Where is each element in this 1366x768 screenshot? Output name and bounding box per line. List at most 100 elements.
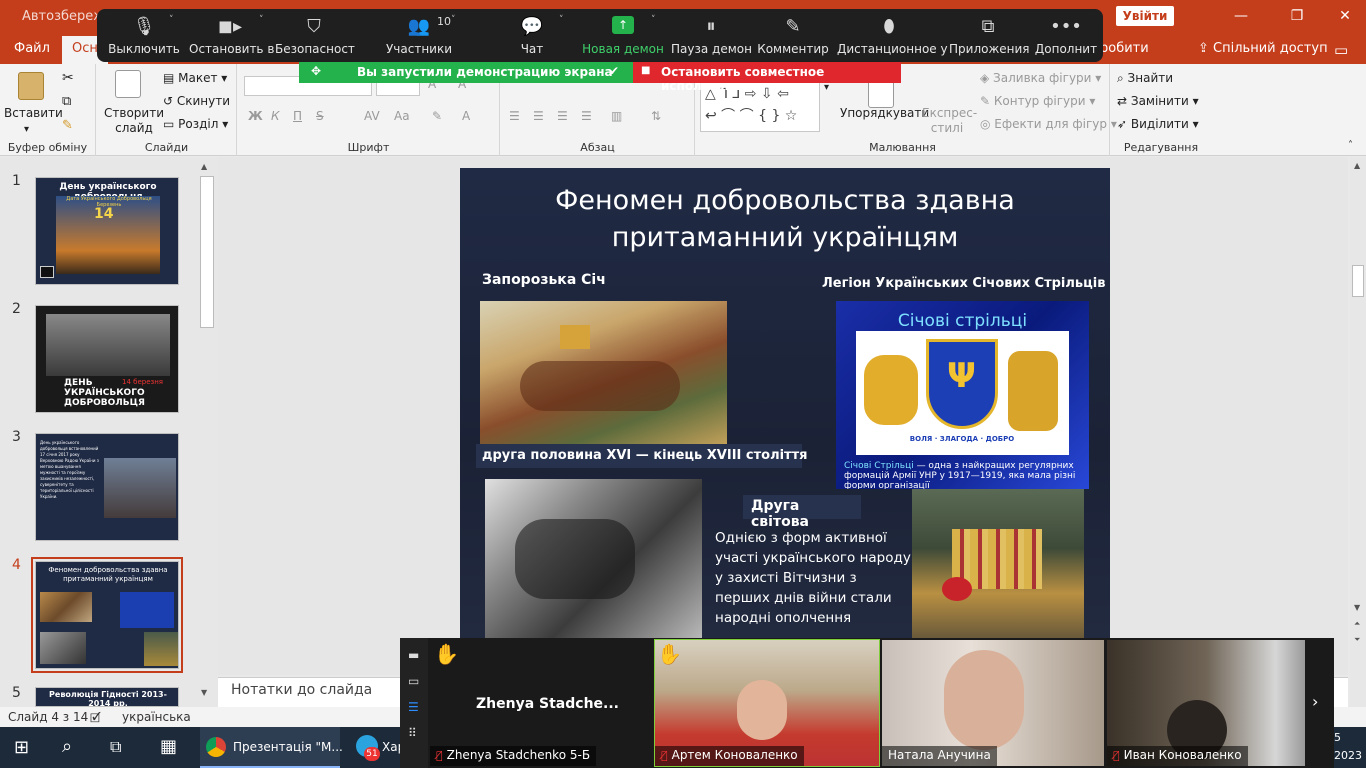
comments-icon[interactable]: ▭	[1334, 41, 1348, 59]
collapse-ribbon-icon[interactable]: ˄	[1348, 140, 1353, 151]
thumbnail-scrollbar[interactable]: ▲ ▼	[200, 160, 214, 700]
slide-title[interactable]: Феномен добровольства здавна притаманний…	[460, 182, 1110, 256]
annotate-button[interactable]: ✎ Комментир	[757, 9, 829, 62]
chat-button[interactable]: 💬 ˅ Чат	[501, 9, 564, 62]
stop-share-button[interactable]: ■ Остановить совместное использование	[633, 62, 901, 93]
remote-control-button[interactable]: ⬮ Дистанционное у	[837, 9, 948, 62]
minimize-button[interactable]: —	[1226, 6, 1256, 26]
close-button[interactable]: ✕	[1330, 6, 1360, 26]
new-share-button[interactable]: ↑ ˅ Новая демон	[581, 9, 665, 62]
video-options-icon[interactable]: ˅	[259, 15, 264, 25]
layout-button[interactable]: ▤ Макет ▾	[163, 71, 227, 85]
shape-outline-button[interactable]: ✎ Контур фігури ▾	[980, 94, 1095, 108]
scroll-up-icon[interactable]: ▲	[201, 162, 207, 171]
thumbnail-slide-2[interactable]: ДЕНЬ УКРАЇНСЬКОГО ДОБРОВОЛЬЦЯ 14 березня	[35, 305, 179, 413]
thumbnail-slide-3[interactable]: День українського добровольця встановлен…	[35, 433, 179, 541]
sich-riflemen-emblem-image[interactable]: Січові стрільці Ψ ВОЛЯ · ЗЛАГОДА · ДОБРО…	[836, 301, 1089, 489]
highlight-icon[interactable]: ✎	[432, 109, 442, 123]
ww2-soldiers-photo[interactable]	[485, 479, 702, 638]
format-painter-icon[interactable]: ✎	[62, 118, 73, 133]
participants-button[interactable]: 👥 10 ˅ Участники	[377, 9, 461, 62]
speaker-view-icon[interactable]: ☰	[408, 700, 419, 714]
apps-button[interactable]: ⧉ Приложения	[949, 9, 1030, 62]
drag-handle-icon[interactable]: ✥	[311, 64, 321, 78]
stop-video-button[interactable]: ◼▸ ˅ Остановить в	[189, 9, 274, 62]
italic-button[interactable]: К	[271, 109, 280, 123]
share-options-icon[interactable]: ˅	[651, 15, 656, 25]
align-right-icon[interactable]: ☰	[557, 109, 568, 123]
find-button[interactable]: ⌕ Знайти	[1117, 71, 1173, 86]
columns-icon[interactable]: ▥	[611, 109, 622, 123]
slide-scrollbar[interactable]: ▲ ▼ ⏶ ⏷	[1350, 157, 1366, 707]
shape-fill-button[interactable]: ◈ Заливка фігури ▾	[980, 71, 1101, 85]
more-button[interactable]: ••• Дополнит	[1033, 9, 1099, 62]
paste-dropdown-icon[interactable]: ▾	[24, 124, 29, 135]
scroll-down-icon[interactable]: ▼	[1354, 603, 1360, 612]
copy-icon[interactable]: ⧉	[62, 94, 71, 109]
participant-tile[interactable]: 🎙̸ Иван Коноваленко	[1107, 640, 1305, 766]
maximize-button[interactable]: ❐	[1282, 6, 1312, 26]
mute-options-icon[interactable]: ˅	[169, 15, 174, 25]
chat-options-icon[interactable]: ˅	[559, 15, 564, 25]
replace-button[interactable]: ⇄ Замінити ▾	[1117, 94, 1199, 108]
current-slide[interactable]: Феномен добровольства здавна притаманний…	[460, 168, 1110, 638]
change-case-button[interactable]: Aa	[394, 109, 410, 123]
task-view-icon[interactable]: ⧉	[110, 737, 121, 757]
cossacks-painting-image[interactable]	[480, 301, 727, 446]
justify-icon[interactable]: ☰	[581, 109, 592, 123]
reset-button[interactable]: ↺ Скинути	[163, 94, 230, 108]
participants-options-icon[interactable]: ˅	[451, 15, 456, 25]
gallery-next-icon[interactable]: ›	[1312, 692, 1318, 711]
sign-in-button[interactable]: Увійти	[1116, 6, 1174, 26]
search-icon[interactable]: ⌕	[62, 736, 72, 757]
quick-styles-button[interactable]: Експрес-стилі	[922, 106, 977, 136]
gallery-view-icon[interactable]: ▭	[408, 674, 419, 688]
align-left-icon[interactable]: ☰	[509, 109, 520, 123]
sich-riflemen-caption[interactable]: Січові Стрільці — одна з найкращих регул…	[844, 461, 1084, 489]
align-center-icon[interactable]: ☰	[533, 109, 544, 123]
minimize-gallery-icon[interactable]: ▬	[408, 648, 419, 662]
security-button[interactable]: ⛉ Безопасност	[275, 9, 355, 62]
bold-button[interactable]: Ж	[248, 109, 263, 123]
ww2-text[interactable]: Однією з форм активної участі українсько…	[715, 528, 915, 628]
section-button[interactable]: ▭ Розділ ▾	[163, 117, 228, 131]
taskbar-app-presentation[interactable]: Презентація "М...	[200, 727, 343, 768]
tab-file[interactable]: Файл	[14, 41, 50, 56]
new-slide-button[interactable]: Створити слайд	[103, 106, 165, 136]
paste-button[interactable]: Вставити	[4, 106, 63, 120]
zaporozhian-sich-heading[interactable]: Запорозька Січ	[482, 272, 606, 288]
prev-slide-icon[interactable]: ⏶	[1354, 619, 1360, 629]
char-spacing-button[interactable]: AV	[364, 109, 380, 123]
pause-share-button[interactable]: ⏸ Пауза демон	[671, 9, 752, 62]
tab-hidden-end[interactable]: робити	[1100, 41, 1149, 56]
new-slide-icon[interactable]	[115, 70, 141, 98]
participant-tile[interactable]: Натала Анучина	[882, 640, 1104, 766]
ww2-heading[interactable]: Друга світова	[751, 498, 861, 530]
thumbnail-slide-5[interactable]: Революція Гідності 2013-2014 рр.	[35, 687, 179, 707]
thumbnail-slide-4[interactable]: Феномен добровольства здавна притаманний…	[31, 557, 183, 673]
underline-button[interactable]: П	[293, 109, 302, 123]
period-caption[interactable]: друга половина XVI — кінець XVIII століт…	[482, 448, 807, 463]
windows-start-icon[interactable]: ⊞	[14, 737, 29, 758]
veteran-medals-photo[interactable]	[912, 489, 1084, 638]
participant-tile[interactable]: ✋ 🎙̸ Артем Коноваленко	[654, 639, 880, 767]
next-slide-icon[interactable]: ⏷	[1354, 635, 1360, 645]
scroll-thumb[interactable]	[200, 176, 214, 328]
participant-tile[interactable]: ✋ Zhenya Stadche... 🎙̸ Zhenya Stadchenko …	[430, 640, 652, 766]
cut-icon[interactable]: ✂	[62, 70, 74, 86]
scroll-up-icon[interactable]: ▲	[1354, 161, 1360, 170]
font-color-icon[interactable]: A	[462, 109, 470, 123]
calculator-icon[interactable]: ▦	[160, 736, 177, 757]
grid-view-icon[interactable]: ⠿	[408, 726, 417, 740]
select-button[interactable]: ➶ Виділити ▾	[1117, 117, 1199, 131]
shape-effects-button[interactable]: ◎ Ефекти для фігур ▾	[980, 117, 1117, 131]
scroll-down-icon[interactable]: ▼	[201, 688, 207, 697]
share-button[interactable]: ⇪ Спільний доступ	[1198, 41, 1328, 56]
thumbnail-slide-1[interactable]: День українського добровольця Дата Украї…	[35, 177, 179, 285]
scroll-thumb[interactable]	[1352, 265, 1364, 297]
mute-button[interactable]: 🎙 ˅ Выключить	[101, 9, 187, 62]
language-indicator[interactable]: українська	[122, 710, 191, 724]
strikethrough-button[interactable]: S	[316, 109, 324, 123]
sich-riflemen-heading[interactable]: Легіон Українських Січових Стрільців	[822, 276, 1105, 291]
text-direction-icon[interactable]: ⇅	[651, 109, 661, 123]
